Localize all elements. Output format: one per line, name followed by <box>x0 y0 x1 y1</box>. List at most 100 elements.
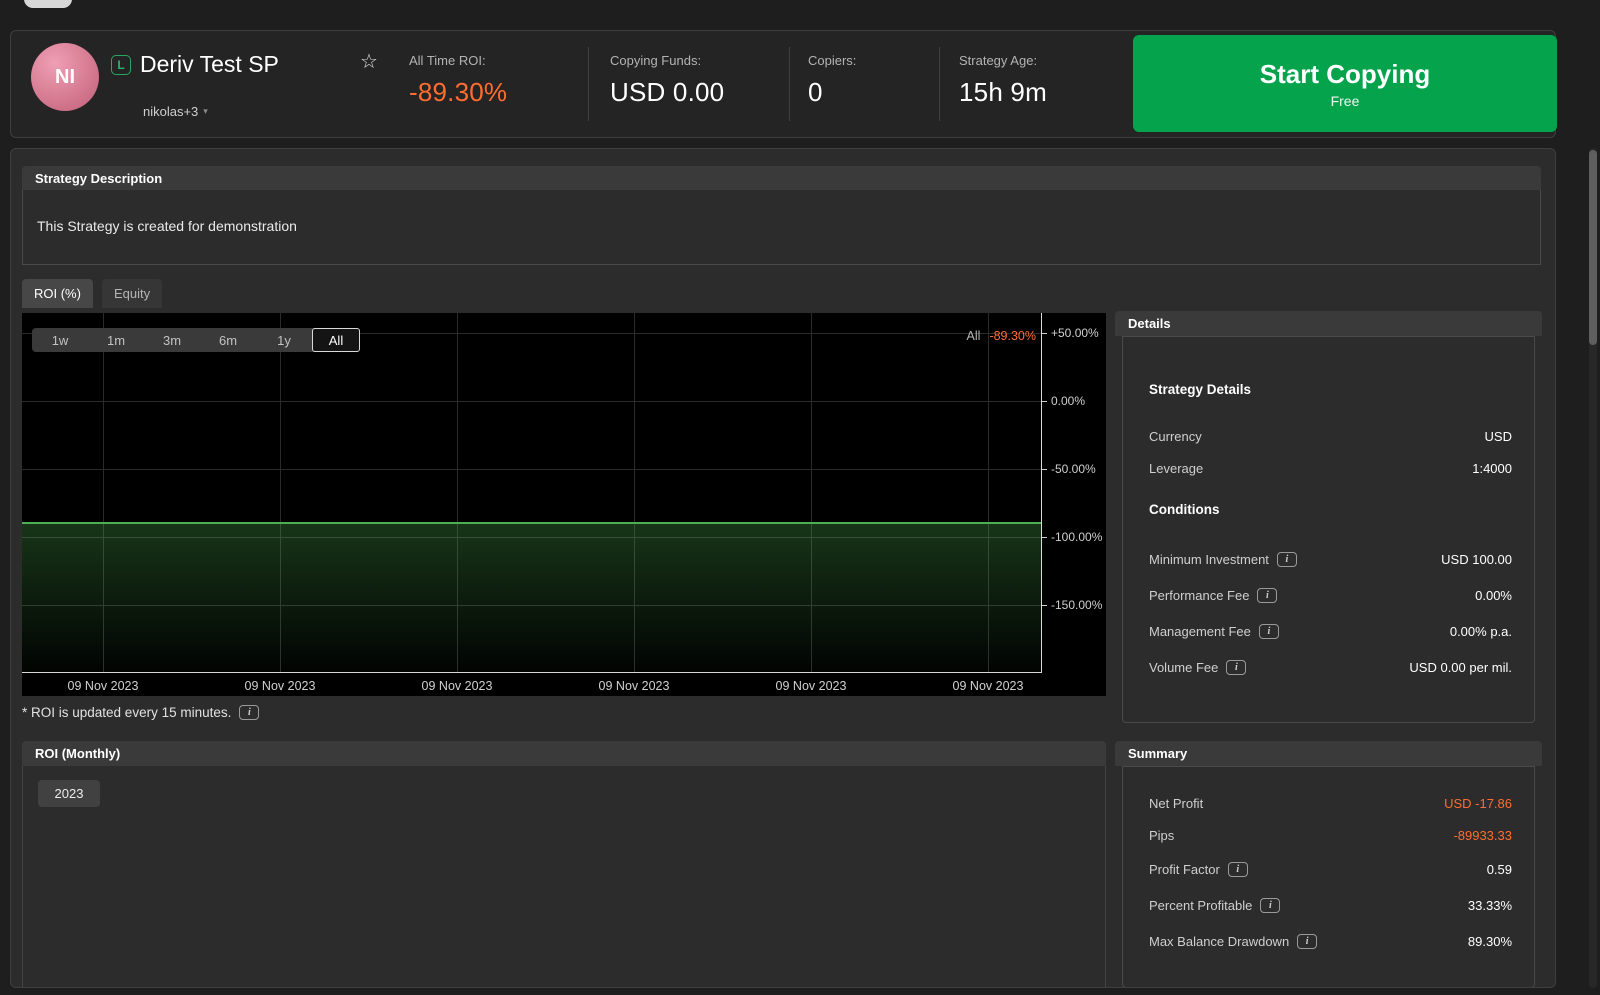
range-button-3m[interactable]: 3m <box>144 328 200 352</box>
stat-label: Strategy Age: <box>959 53 1047 68</box>
details-header: Details <box>1115 311 1542 336</box>
stat-copying-funds: Copying Funds: USD 0.00 <box>610 53 724 108</box>
avatar: NI <box>31 43 99 111</box>
stat-label: All Time ROI: <box>409 53 507 68</box>
legend-label: All <box>967 329 981 343</box>
start-copying-label: Start Copying <box>1260 59 1430 90</box>
roi-monthly-header: ROI (Monthly) <box>22 741 1106 766</box>
summary-row-profit-factor: Profit Factor i 0.59 <box>1123 858 1534 880</box>
summary-label: Max Balance Drawdown <box>1149 934 1289 949</box>
summary-label: Percent Profitable <box>1149 898 1252 913</box>
roi-area-fill <box>22 524 1041 673</box>
range-button-1w[interactable]: 1w <box>32 328 88 352</box>
range-button-1y[interactable]: 1y <box>256 328 312 352</box>
divider <box>588 47 589 121</box>
roi-update-footnote: * ROI is updated every 15 minutes. i <box>22 705 259 720</box>
info-icon[interactable]: i <box>1297 934 1317 949</box>
info-icon[interactable]: i <box>1226 660 1246 675</box>
strategy-details-title: Strategy Details <box>1149 382 1251 397</box>
summary-value: 89.30% <box>1468 934 1512 949</box>
owner-name: nikolas+3 <box>143 104 198 119</box>
info-icon[interactable]: i <box>1277 552 1297 567</box>
content-panel: Strategy Description This Strategy is cr… <box>10 148 1556 988</box>
summary-card: Net Profit USD -17.86 Pips -89933.33 Pro… <box>1122 766 1535 988</box>
detail-value: USD 0.00 per mil. <box>1409 660 1512 675</box>
range-button-6m[interactable]: 6m <box>200 328 256 352</box>
stat-strategy-age: Strategy Age: 15h 9m <box>959 53 1047 108</box>
start-copying-button[interactable]: Start Copying Free <box>1133 35 1557 132</box>
stat-all-time-roi: All Time ROI: -89.30% <box>409 53 507 108</box>
chart-legend: All -89.30% <box>967 329 1036 343</box>
summary-label: Net Profit <box>1149 796 1203 811</box>
stat-label: Copiers: <box>808 53 856 68</box>
summary-row-percent-profitable: Percent Profitable i 33.33% <box>1123 894 1534 916</box>
divider <box>789 47 790 121</box>
detail-label: Performance Fee <box>1149 588 1249 603</box>
start-copying-sublabel: Free <box>1331 93 1360 109</box>
year-2023-button[interactable]: 2023 <box>38 780 100 807</box>
stat-value: -89.30% <box>409 77 507 108</box>
tab-roi-percent[interactable]: ROI (%) <box>22 279 93 308</box>
x-axis-tick: 09 Nov 2023 <box>761 679 861 693</box>
info-icon[interactable]: i <box>1228 862 1248 877</box>
stat-value: 0 <box>808 77 856 108</box>
detail-value: 0.00% p.a. <box>1450 624 1512 639</box>
range-button-all[interactable]: All <box>312 328 360 352</box>
detail-label: Volume Fee <box>1149 660 1218 675</box>
x-axis-tick: 09 Nov 2023 <box>584 679 684 693</box>
detail-label: Minimum Investment <box>1149 552 1269 567</box>
scrollbar-track[interactable] <box>1589 148 1597 988</box>
summary-label: Profit Factor <box>1149 862 1220 877</box>
roi-monthly-card: 2023 <box>22 766 1106 988</box>
detail-label: Management Fee <box>1149 624 1251 639</box>
summary-value: 0.59 <box>1487 862 1512 877</box>
x-axis-tick: 09 Nov 2023 <box>230 679 330 693</box>
stat-value: 15h 9m <box>959 77 1047 108</box>
x-axis-tick: 09 Nov 2023 <box>938 679 1038 693</box>
info-icon[interactable]: i <box>239 705 259 720</box>
favorite-star-icon[interactable]: ☆ <box>360 49 378 74</box>
level-badge: L <box>111 55 131 75</box>
summary-label: Pips <box>1149 828 1174 843</box>
chart-plot-area <box>22 313 1042 673</box>
stat-copiers: Copiers: 0 <box>808 53 856 108</box>
summary-header: Summary <box>1115 741 1542 766</box>
chevron-down-icon: ▾ <box>203 106 208 117</box>
details-card: Strategy Details Currency USD Leverage 1… <box>1122 336 1535 723</box>
legend-value: -89.30% <box>989 329 1036 343</box>
roi-line <box>22 522 1041 524</box>
detail-row-leverage: Leverage 1:4000 <box>1123 457 1534 479</box>
page-title: Deriv Test SP <box>140 51 279 78</box>
summary-value: -89933.33 <box>1453 828 1512 843</box>
summary-value: 33.33% <box>1468 898 1512 913</box>
info-icon[interactable]: i <box>1259 624 1279 639</box>
back-button[interactable] <box>24 0 72 8</box>
scrollbar-thumb[interactable] <box>1589 150 1597 345</box>
detail-label: Leverage <box>1149 461 1203 476</box>
right-column: Details Strategy Details Currency USD Le… <box>1115 149 1542 988</box>
summary-value: USD -17.86 <box>1444 796 1512 811</box>
detail-value: 0.00% <box>1475 588 1512 603</box>
detail-row-minimum-investment: Minimum Investment i USD 100.00 <box>1123 548 1534 570</box>
summary-row-net-profit: Net Profit USD -17.86 <box>1123 792 1534 814</box>
detail-row-performance-fee: Performance Fee i 0.00% <box>1123 584 1534 606</box>
x-axis-tick: 09 Nov 2023 <box>407 679 507 693</box>
detail-value: 1:4000 <box>1472 461 1512 476</box>
roi-chart: 1w 1m 3m 6m 1y All All -89.30% +50.00% 0… <box>22 313 1106 696</box>
stat-value: USD 0.00 <box>610 77 724 108</box>
y-axis-tick: +50.00% <box>1042 324 1106 342</box>
chart-tabs: ROI (%) Equity <box>22 279 171 308</box>
detail-row-volume-fee: Volume Fee i USD 0.00 per mil. <box>1123 656 1534 678</box>
tab-equity[interactable]: Equity <box>102 279 162 308</box>
detail-value: USD 100.00 <box>1441 552 1512 567</box>
info-icon[interactable]: i <box>1260 898 1280 913</box>
info-icon[interactable]: i <box>1257 588 1277 603</box>
y-axis-tick: -150.00% <box>1042 596 1106 614</box>
y-axis-tick: -50.00% <box>1042 460 1106 478</box>
detail-label: Currency <box>1149 429 1202 444</box>
range-button-1m[interactable]: 1m <box>88 328 144 352</box>
y-axis-tick: -100.00% <box>1042 528 1106 546</box>
owner-dropdown[interactable]: nikolas+3 ▾ <box>143 104 208 119</box>
footnote-text: * ROI is updated every 15 minutes. <box>22 705 231 720</box>
detail-value: USD <box>1485 429 1512 444</box>
